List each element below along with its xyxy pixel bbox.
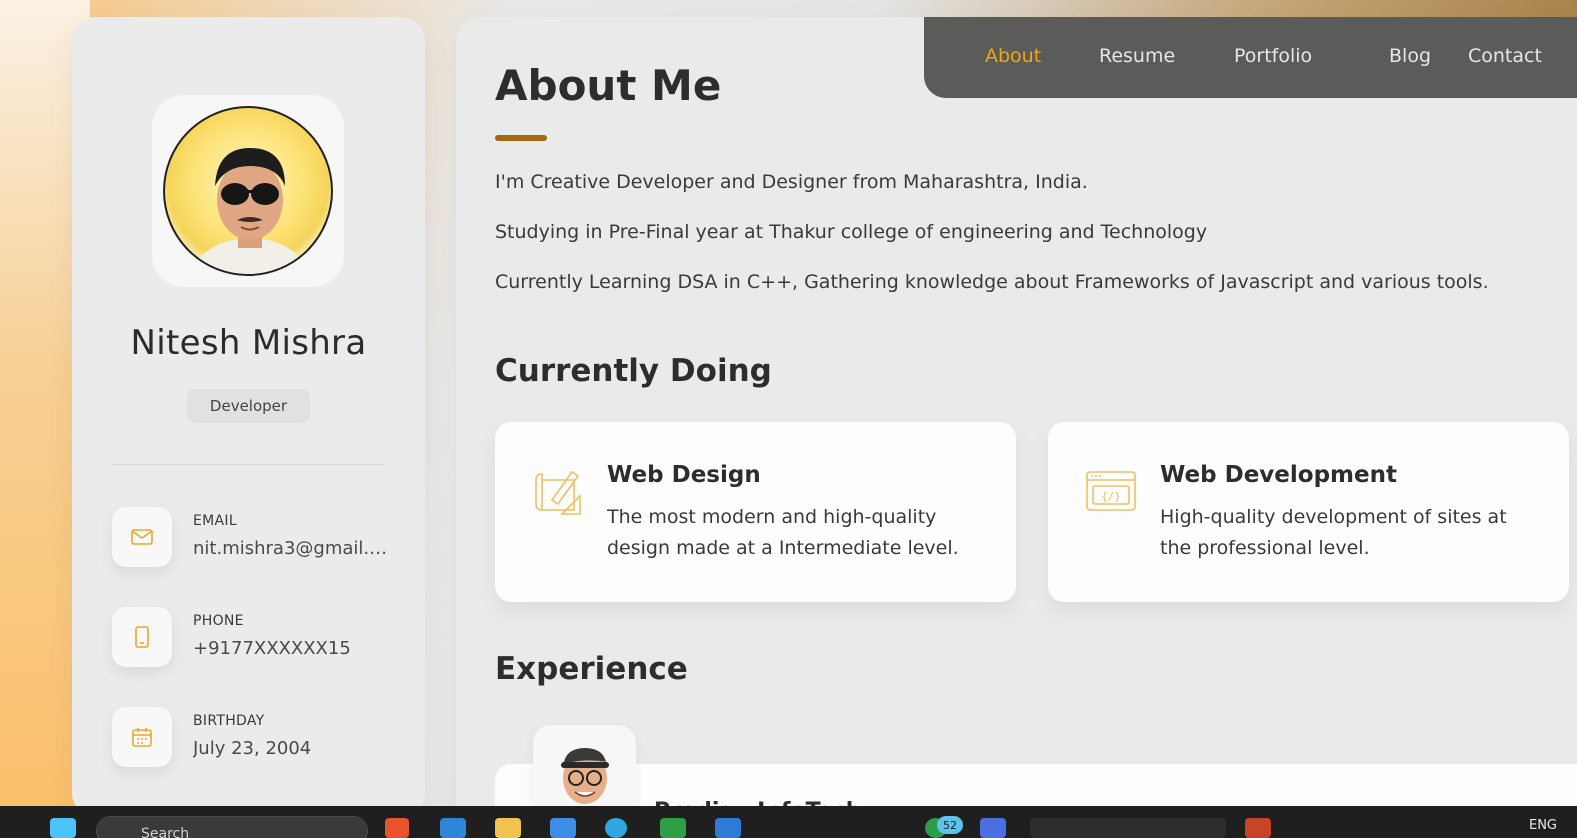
copilot-icon[interactable]: [980, 818, 1006, 838]
telegram-icon[interactable]: [605, 818, 627, 838]
top-navbar: About Resume Portfolio Blog Contact: [924, 17, 1577, 98]
about-paragraph: Currently Learning DSA in C++, Gathering…: [495, 271, 1489, 293]
store-icon[interactable]: [550, 818, 576, 838]
about-paragraph: I'm Creative Developer and Designer from…: [495, 171, 1088, 193]
title-underline: [495, 135, 547, 141]
windows-start-icon[interactable]: [50, 818, 76, 838]
design-tools-icon: [535, 470, 581, 515]
service-title: Web Design: [607, 462, 761, 488]
service-card-web-design: Web Design The most modern and high-qual…: [495, 422, 1016, 602]
birthday-value: July 23, 2004: [193, 738, 312, 759]
section-title-doing: Currently Doing: [495, 353, 772, 389]
taskbar-search-box[interactable]: Search: [96, 816, 368, 838]
language-indicator[interactable]: ENG: [1529, 818, 1557, 833]
contact-label: BIRTHDAY: [193, 713, 265, 729]
section-title-experience: Experience: [495, 651, 688, 687]
svg-text:{/}: {/}: [1101, 490, 1121, 503]
background-top-gradient: [877, 0, 1577, 18]
search-placeholder: Search: [141, 826, 190, 838]
windows-taskbar: Search 52 ENG: [0, 806, 1577, 838]
contact-label: EMAIL: [193, 513, 237, 529]
notification-badge: 52: [937, 816, 963, 834]
sheets-icon[interactable]: [660, 818, 686, 838]
divider: [112, 464, 384, 465]
vscode-icon[interactable]: [715, 818, 741, 838]
contact-label: PHONE: [193, 613, 244, 629]
page-title: About Me: [495, 61, 722, 110]
about-paragraph: Studying in Pre-Final year at Thakur col…: [495, 221, 1208, 243]
code-window-icon: {/}: [1086, 471, 1136, 511]
profile-name: Nitesh Mishra: [130, 323, 367, 363]
app-icon[interactable]: [1245, 818, 1271, 838]
email-link[interactable]: nit.mishra3@gmail.com: [193, 538, 388, 559]
phone-icon: [112, 607, 172, 667]
app-icon[interactable]: [440, 818, 466, 838]
service-text: The most modern and high-quality design …: [607, 506, 959, 559]
nav-resume[interactable]: Resume: [1099, 45, 1175, 67]
profile-sidebar: Nitesh Mishra Developer EMAIL nit.mishra…: [72, 17, 425, 817]
service-card-web-development: {/} Web Development High-quality develop…: [1048, 422, 1569, 602]
profile-photo: [163, 106, 333, 276]
role-badge: Developer: [187, 389, 310, 423]
service-text: High-quality development of sites at the…: [1160, 506, 1507, 559]
brave-browser-icon[interactable]: [385, 818, 409, 838]
calendar-icon: [112, 707, 172, 767]
nav-portfolio[interactable]: Portfolio: [1234, 45, 1312, 67]
nav-blog[interactable]: Blog: [1389, 45, 1431, 67]
nav-about[interactable]: About: [985, 45, 1041, 67]
active-window-tab[interactable]: [1030, 818, 1226, 838]
memoji-avatar-icon: [560, 748, 609, 804]
contact-email: EMAIL nit.mishra3@gmail.com: [112, 507, 392, 569]
service-title: Web Development: [1160, 462, 1397, 488]
file-explorer-icon[interactable]: [495, 818, 521, 838]
avatar: [152, 95, 344, 287]
nav-contact[interactable]: Contact: [1468, 45, 1542, 67]
contact-birthday: BIRTHDAY July 23, 2004: [112, 707, 392, 769]
phone-link[interactable]: +9177XXXXXX15: [193, 638, 388, 659]
mail-icon: [112, 507, 172, 567]
contact-phone: PHONE +9177XXXXXX15: [112, 607, 392, 669]
person-illustration-icon: [192, 148, 308, 274]
main-content: About Resume Portfolio Blog Contact Abou…: [456, 17, 1577, 838]
